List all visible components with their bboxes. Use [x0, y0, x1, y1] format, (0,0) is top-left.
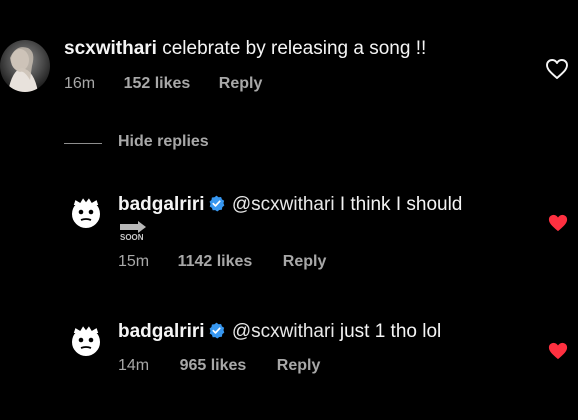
- verified-badge-icon: [208, 322, 225, 339]
- comment-reply-button[interactable]: Reply: [219, 74, 263, 94]
- reply-text: just 1 tho lol: [339, 321, 442, 342]
- comment-heart-icon[interactable]: [545, 58, 569, 80]
- avatar[interactable]: [0, 40, 50, 92]
- reply-text-line: badgalriri @scxwithari just 1 tho lol: [118, 320, 441, 344]
- comment-username[interactable]: scxwithari: [64, 38, 157, 59]
- reply-text-line: badgalriri @scxwithari I think I should: [118, 193, 462, 217]
- reply-meta: 14m 965 likes Reply: [118, 356, 320, 376]
- reply-reply-button[interactable]: Reply: [277, 356, 321, 376]
- reply-heart-liked-icon[interactable]: [547, 213, 569, 233]
- reply-mention-link[interactable]: @scxwithari: [232, 194, 335, 215]
- reply-time: 15m: [118, 253, 150, 270]
- reply-mention-link[interactable]: @scxwithari: [232, 321, 335, 342]
- soon-arrow-sticker: SOON: [118, 220, 152, 244]
- reply-avatar[interactable]: [64, 189, 108, 233]
- hide-replies-button[interactable]: Hide replies: [118, 132, 209, 152]
- hide-replies-divider: [64, 143, 102, 144]
- verified-badge-icon: [208, 195, 225, 212]
- reply-username[interactable]: badgalriri: [118, 321, 205, 342]
- comment-text-line: scxwithari celebrate by releasing a song…: [64, 37, 426, 61]
- reply-heart-liked-icon[interactable]: [547, 341, 569, 361]
- sticker-text: SOON: [120, 233, 144, 242]
- reply-avatar[interactable]: [64, 317, 108, 361]
- comment-meta: 16m 152 likes Reply: [64, 74, 262, 94]
- comment-text: celebrate by releasing a song !!: [162, 38, 427, 59]
- reply-likes-count[interactable]: 1142 likes: [178, 252, 253, 272]
- reply-meta: 15m 1142 likes Reply: [118, 252, 326, 272]
- comment-likes-count[interactable]: 152 likes: [124, 74, 191, 94]
- comment-time: 16m: [64, 75, 96, 92]
- reply-text: I think I should: [339, 194, 463, 215]
- reply-likes-count[interactable]: 965 likes: [180, 356, 247, 376]
- reply-username[interactable]: badgalriri: [118, 194, 205, 215]
- reply-time: 14m: [118, 357, 150, 374]
- reply-reply-button[interactable]: Reply: [283, 252, 327, 272]
